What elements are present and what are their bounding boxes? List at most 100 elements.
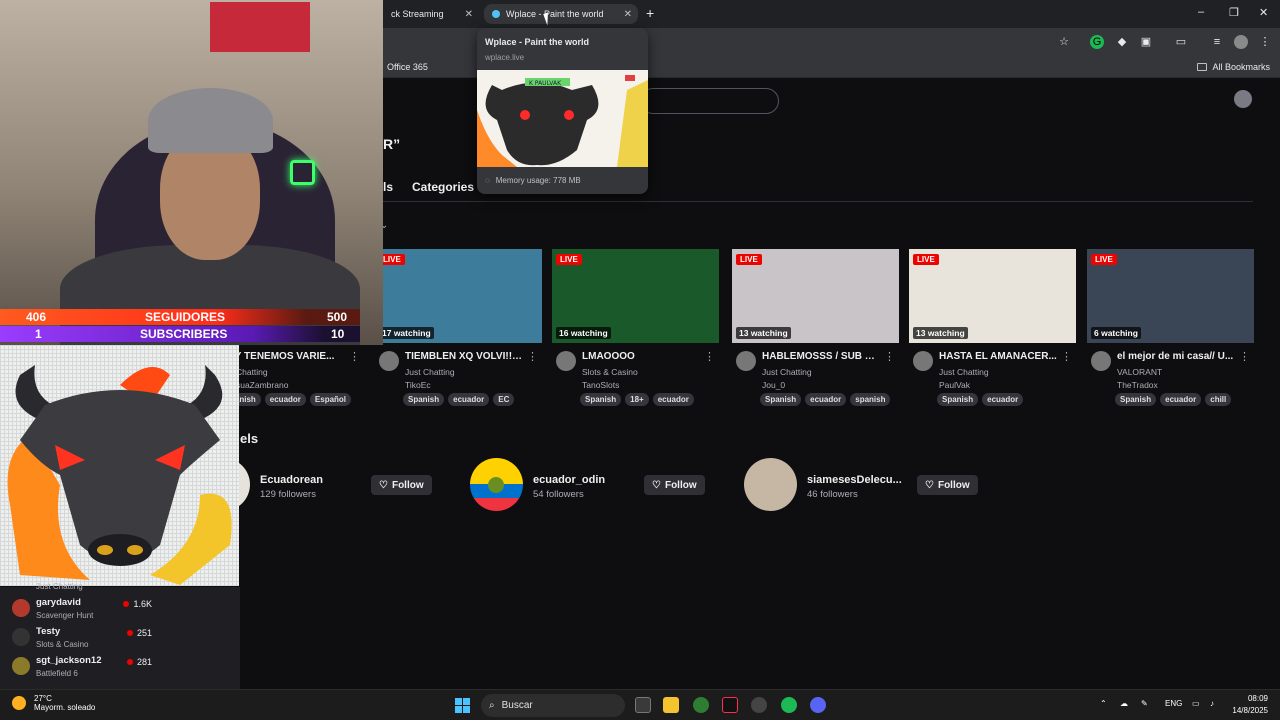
more-options-icon[interactable]: ⋮ (1239, 350, 1250, 363)
stream-category[interactable]: VALORANT (1117, 367, 1162, 377)
tag-pill[interactable]: chill (1205, 393, 1232, 406)
sidebar-item-sgt-jackson12[interactable]: sgt_jackson12 Battlefield 6 281 (12, 654, 232, 682)
sidebar-item-testy[interactable]: Testy Slots & Casino 251 (12, 625, 232, 653)
language-indicator[interactable]: ENG (1165, 699, 1182, 708)
stream-channel[interactable]: TheTradox (1117, 380, 1158, 390)
channel-avatar[interactable] (379, 351, 399, 371)
stream-thumbnail[interactable]: LIVE 16 watching (552, 249, 719, 343)
tag-pill[interactable]: ecuador (805, 393, 847, 406)
stream-card[interactable]: LIVE 6 watching el mejor de mi casa// U..… (1087, 249, 1254, 406)
follow-button[interactable]: ♡ Follow (644, 475, 705, 495)
tag-pill[interactable]: spanish (850, 393, 891, 406)
tag-pill[interactable]: ecuador (652, 393, 694, 406)
taskbar-search[interactable]: ⌕ Buscar (481, 694, 625, 717)
tag-pill[interactable]: ecuador (1160, 393, 1202, 406)
stream-thumbnail[interactable]: LIVE 17 watching (375, 249, 542, 343)
stream-category[interactable]: Just Chatting (405, 367, 455, 377)
search-input[interactable] (640, 88, 779, 114)
tray-chevron-icon[interactable]: ⌃ (1100, 699, 1107, 708)
channel-avatar[interactable] (736, 351, 756, 371)
tag-pill[interactable]: ecuador (982, 393, 1024, 406)
stream-title[interactable]: el mejor de mi casa// U... (1117, 351, 1235, 362)
tag-pill[interactable]: EC (493, 393, 515, 406)
stream-card[interactable]: LIVE 17 watching TIEMBLEN XQ VOLVI!! ... … (375, 249, 542, 406)
channel-avatar[interactable] (1091, 351, 1111, 371)
more-options-icon[interactable]: ⋮ (704, 350, 715, 363)
tag-pill[interactable]: ecuador (448, 393, 490, 406)
stream-channel[interactable]: TikoEc (405, 380, 431, 390)
weather-widget[interactable]: 27°C Mayorm. soleado (12, 694, 95, 712)
tag-pill[interactable]: 18+ (625, 393, 649, 406)
channel-card[interactable]: ecuador_odin 54 followers ♡ Follow (470, 458, 710, 514)
stream-title[interactable]: LMAOOOO (582, 351, 700, 362)
more-options-icon[interactable]: ⋮ (1061, 350, 1072, 363)
restore-icon[interactable]: ❐ (1229, 6, 1239, 19)
close-tab-icon[interactable]: ✕ (465, 9, 473, 20)
tag-pill[interactable]: Spanish (1115, 393, 1157, 406)
cast-icon[interactable]: ▭ (1174, 35, 1188, 49)
windows-start-icon[interactable] (455, 698, 470, 713)
channel-card[interactable]: siamesesDelecu... 46 followers ♡ Follow (744, 458, 984, 514)
close-window-icon[interactable]: ✕ (1259, 6, 1268, 19)
volume-icon[interactable]: ♪ (1210, 699, 1214, 708)
task-view-icon[interactable] (635, 697, 651, 713)
tab-live-channels[interactable]: ls (383, 180, 393, 194)
user-avatar[interactable] (1234, 90, 1252, 108)
grammarly-icon[interactable]: G (1090, 35, 1104, 49)
stream-thumbnail[interactable]: LIVE 6 watching (1087, 249, 1254, 343)
stream-title[interactable]: HABLEMOSSS / SUB = ... (762, 351, 880, 362)
channel-avatar[interactable] (913, 351, 933, 371)
network-icon[interactable]: ▭ (1192, 699, 1200, 708)
bookmark-office365[interactable]: Office 365 (387, 62, 428, 72)
stream-channel[interactable]: Jou_0 (762, 380, 785, 390)
file-explorer-icon[interactable] (663, 697, 679, 713)
reading-list-icon[interactable]: ≡ (1210, 35, 1224, 49)
stream-category[interactable]: Slots & Casino (582, 367, 638, 377)
pen-icon[interactable]: ✎ (1141, 699, 1148, 708)
onedrive-icon[interactable]: ☁ (1120, 699, 1128, 708)
tag-pill[interactable]: Spanish (580, 393, 622, 406)
profile-avatar-icon[interactable] (1234, 35, 1248, 49)
tag-pill[interactable]: ecuador (264, 393, 306, 406)
star-icon[interactable]: ☆ (1057, 35, 1071, 49)
sidebar-item-garydavid[interactable]: garydavid Scavenger Hunt 1.6K (12, 596, 232, 624)
spotify-icon[interactable] (781, 697, 797, 713)
menu-kebab-icon[interactable]: ⋮ (1258, 35, 1272, 49)
follow-button[interactable]: ♡ Follow (371, 475, 432, 495)
all-bookmarks-button[interactable]: All Bookmarks (1197, 62, 1270, 72)
stream-thumbnail[interactable]: LIVE 13 watching (909, 249, 1076, 343)
stream-thumbnail[interactable]: LIVE 13 watching (732, 249, 899, 343)
stream-card[interactable]: LIVE 16 watching LMAOOOO ⋮ Slots & Casino… (552, 249, 719, 406)
follow-button[interactable]: ♡ Follow (917, 475, 978, 495)
close-tab-icon[interactable]: ✕ (624, 9, 632, 20)
tag-pill[interactable]: Spanish (937, 393, 979, 406)
stream-channel[interactable]: PaulVak (939, 380, 970, 390)
stream-title[interactable]: HASTA EL AMANACER... (939, 351, 1057, 362)
tag-pill[interactable]: Spanish (760, 393, 802, 406)
stream-title[interactable]: OY TENEMOS VARIE... (227, 351, 345, 362)
tag-pill[interactable]: Spanish (403, 393, 445, 406)
tab-categories[interactable]: Categories (412, 180, 482, 194)
more-options-icon[interactable]: ⋮ (527, 350, 538, 363)
browser-tab-wplace[interactable]: Wplace - Paint the world ✕ (484, 4, 638, 24)
chrome-icon[interactable] (693, 697, 709, 713)
taskbar-clock[interactable]: 08:09 14/8/2025 (1232, 693, 1268, 717)
minimize-icon[interactable]: – (1198, 6, 1204, 18)
tiktok-icon[interactable] (722, 697, 738, 713)
stream-category[interactable]: Just Chatting (939, 367, 989, 377)
stream-category[interactable]: Just Chatting (762, 367, 812, 377)
stream-title[interactable]: TIEMBLEN XQ VOLVI!! ... (405, 351, 523, 362)
channel-avatar[interactable] (556, 351, 576, 371)
obs-icon[interactable] (751, 697, 767, 713)
new-tab-button[interactable]: + (646, 5, 654, 21)
stream-card[interactable]: LIVE 13 watching HASTA EL AMANACER... ⋮ J… (909, 249, 1076, 406)
stream-channel[interactable]: TanoSlots (582, 380, 619, 390)
extension-diamond-icon[interactable]: ◆ (1115, 35, 1129, 49)
tag-pill[interactable]: Español (309, 393, 352, 406)
extensions-puzzle-icon[interactable]: ▣ (1139, 35, 1153, 49)
more-options-icon[interactable]: ⋮ (884, 350, 895, 363)
more-options-icon[interactable]: ⋮ (349, 350, 360, 363)
stream-card[interactable]: LIVE 13 watching HABLEMOSSS / SUB = ... ⋮… (732, 249, 899, 406)
browser-tab-streaming[interactable]: ck Streaming ✕ (383, 4, 479, 24)
discord-icon[interactable] (810, 697, 826, 713)
